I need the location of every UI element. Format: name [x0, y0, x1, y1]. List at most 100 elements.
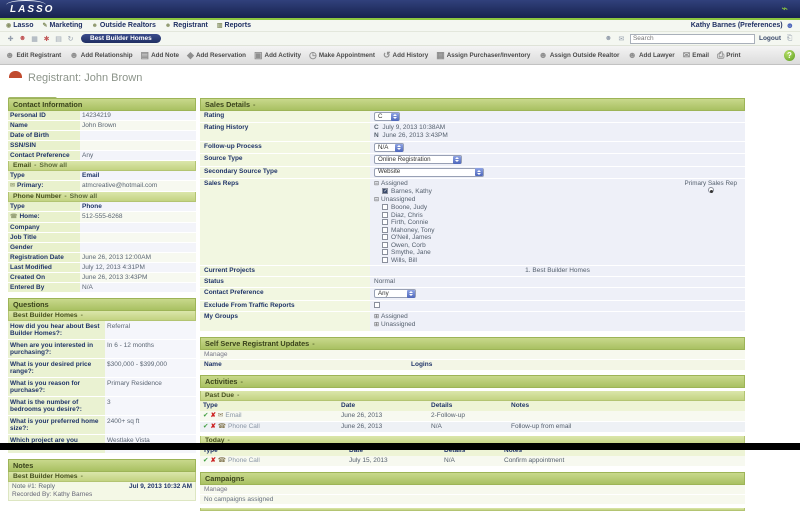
- exclude-checkbox-icon[interactable]: [374, 302, 380, 308]
- note-date: Jul 9, 2013 10:32 AM: [129, 483, 192, 491]
- rep-checkbox-row[interactable]: Boone, Judy: [374, 204, 741, 212]
- help-icon[interactable]: ?: [784, 50, 795, 61]
- stepper-icon: [391, 113, 399, 121]
- search-input[interactable]: [630, 34, 755, 44]
- checkbox-icon[interactable]: [382, 234, 388, 240]
- menu-item-reports[interactable]: ▥Reports: [217, 22, 251, 29]
- expand-box-icon[interactable]: ⊞: [374, 314, 379, 320]
- delete-x-icon[interactable]: ✘: [210, 412, 215, 420]
- complete-check-icon[interactable]: ✔: [203, 412, 208, 420]
- collapse-box-icon[interactable]: ⊟: [374, 181, 379, 187]
- past-due-row: ✔✘✉Email June 26, 2013 2-Follow-up: [200, 411, 745, 422]
- project-bar: ✚ ☻ ▦ ✱ ▤ ↻ Best Builder Homes ☻ ✉ Logou…: [0, 32, 800, 46]
- mail-icon[interactable]: ✉: [617, 35, 626, 43]
- add-history-button[interactable]: ↺Add History: [383, 51, 428, 60]
- campaigns-header[interactable]: Campaigns: [200, 472, 745, 485]
- complete-check-icon[interactable]: ✔: [203, 423, 208, 431]
- quick-add-icon[interactable]: ✚: [6, 35, 15, 43]
- rating-select[interactable]: C: [374, 112, 400, 121]
- groups-assigned[interactable]: ⊞Assigned: [374, 313, 741, 322]
- question-row: What is your desired price range?:$300,0…: [8, 359, 196, 378]
- rep-checkbox-row[interactable]: Owen, Corb: [374, 242, 741, 250]
- edit-registrant-button[interactable]: ☻Edit Registrant: [5, 51, 61, 60]
- add-activity-button[interactable]: ▣Add Activity: [254, 51, 301, 60]
- activity-type-link[interactable]: Email: [225, 412, 241, 420]
- checkbox-icon[interactable]: [382, 249, 388, 255]
- checkbox-icon[interactable]: [382, 204, 388, 210]
- menu-item-marketing[interactable]: ✎Marketing: [42, 22, 82, 29]
- logout-door-icon[interactable]: ⎗: [785, 35, 794, 43]
- rep-checkbox-row[interactable]: Mahoney, Tony: [374, 227, 741, 235]
- past-due-header[interactable]: Past Due-: [200, 391, 745, 401]
- registrant-person-icon: ☻: [165, 23, 171, 29]
- add-note-button[interactable]: ▤Add Note: [141, 51, 180, 60]
- source-type-select[interactable]: Online Registration: [374, 155, 462, 164]
- make-appointment-button[interactable]: ◷Make Appointment: [309, 51, 375, 60]
- contact-preference-select[interactable]: Any: [374, 289, 416, 298]
- note-title[interactable]: Note #1: Reply: [12, 483, 55, 491]
- checkbox-icon[interactable]: [382, 227, 388, 233]
- email-type-icon: ✉: [10, 183, 15, 189]
- contact-row: Contact PreferenceAny: [8, 151, 196, 161]
- primary-rep-radio[interactable]: [708, 187, 714, 193]
- complete-check-icon[interactable]: ✔: [203, 457, 208, 465]
- realtor-icon: ☻: [538, 51, 547, 60]
- checkbox-checked-icon[interactable]: [382, 188, 388, 194]
- user-preferences-link[interactable]: Kathy Barnes (Preferences)☻: [691, 21, 794, 30]
- notes-header[interactable]: Notes: [8, 459, 196, 472]
- checkbox-icon[interactable]: [382, 219, 388, 225]
- checkbox-icon[interactable]: [382, 242, 388, 248]
- main-content: Contact Information Personal ID14234219 …: [0, 98, 800, 443]
- stepper-icon: [453, 156, 461, 164]
- secondary-source-select[interactable]: Website: [374, 168, 484, 177]
- activity-icon: ▣: [254, 51, 263, 60]
- print-button[interactable]: ⎙Print: [717, 51, 741, 60]
- questions-header[interactable]: Questions: [8, 298, 196, 311]
- checkbox-icon[interactable]: [382, 257, 388, 263]
- add-lawyer-button[interactable]: ☻Add Lawyer: [628, 51, 675, 60]
- refresh-icon[interactable]: ↻: [66, 35, 75, 43]
- rep-checkbox-row[interactable]: Smythe, Jane: [374, 249, 741, 257]
- past-due-column-headers: Type Date Details Notes: [200, 401, 745, 411]
- phone-show-all-link[interactable]: Show all: [70, 193, 98, 200]
- project-selector[interactable]: Best Builder Homes: [81, 34, 161, 43]
- add-reservation-button[interactable]: ◆Add Reservation: [187, 51, 246, 60]
- campaigns-manage-link[interactable]: Manage: [200, 485, 745, 495]
- expand-box-icon[interactable]: ⊞: [374, 322, 379, 328]
- email-button[interactable]: ✉Email: [683, 51, 709, 60]
- logout-link[interactable]: Logout: [759, 35, 781, 42]
- add-relationship-button[interactable]: ☻Add Relationship: [69, 51, 132, 60]
- menu-item-registrant[interactable]: ☻Registrant: [165, 22, 208, 29]
- flag-icon[interactable]: ✱: [42, 35, 51, 43]
- printer-icon: ⎙: [717, 51, 724, 60]
- left-column: Contact Information Personal ID14234219 …: [8, 98, 196, 501]
- delete-x-icon[interactable]: ✘: [210, 457, 215, 465]
- groups-unassigned[interactable]: ⊞Unassigned: [374, 321, 741, 330]
- contact-information-header[interactable]: Contact Information: [8, 98, 196, 111]
- assign-outside-realtor-button[interactable]: ☻Assign Outside Realtor: [538, 51, 619, 60]
- checkbox-icon[interactable]: [382, 212, 388, 218]
- sales-details-header[interactable]: Sales Details-: [200, 98, 745, 111]
- list-icon[interactable]: ▤: [54, 35, 63, 43]
- menu-item-lasso[interactable]: ◉Lasso: [6, 22, 33, 29]
- collapse-box-icon[interactable]: ⊟: [374, 197, 379, 203]
- contact-icon[interactable]: ☻: [604, 35, 613, 42]
- activity-type-link[interactable]: Phone Call: [228, 423, 260, 431]
- activities-header[interactable]: Activities-: [200, 375, 745, 388]
- assign-purchaser-button[interactable]: ▦Assign Purchaser/Inventory: [436, 51, 530, 60]
- rep-checkbox-row[interactable]: Firth, Connie: [374, 219, 741, 227]
- rep-checkbox-row[interactable]: O'Neil, James: [374, 234, 741, 242]
- activity-type-link[interactable]: Phone Call: [228, 457, 260, 465]
- self-serve-manage-link[interactable]: Manage: [200, 350, 745, 360]
- delete-x-icon[interactable]: ✘: [210, 423, 215, 431]
- grid-icon[interactable]: ▦: [30, 35, 39, 43]
- favorites-icon[interactable]: ☻: [18, 35, 27, 42]
- followup-select[interactable]: N/A: [374, 143, 404, 152]
- menu-item-outside-realtors[interactable]: ☻Outside Realtors: [92, 22, 156, 29]
- unassigned-group[interactable]: ⊟Unassigned: [374, 196, 741, 205]
- rep-checkbox-row[interactable]: Wills, Bill: [374, 257, 741, 265]
- email-show-all-link[interactable]: Show all: [39, 162, 67, 169]
- edit-person-icon: ☻: [5, 51, 14, 60]
- self-serve-header[interactable]: Self Serve Registrant Updates-: [200, 337, 745, 350]
- rep-checkbox-row[interactable]: Diaz, Chris: [374, 212, 741, 220]
